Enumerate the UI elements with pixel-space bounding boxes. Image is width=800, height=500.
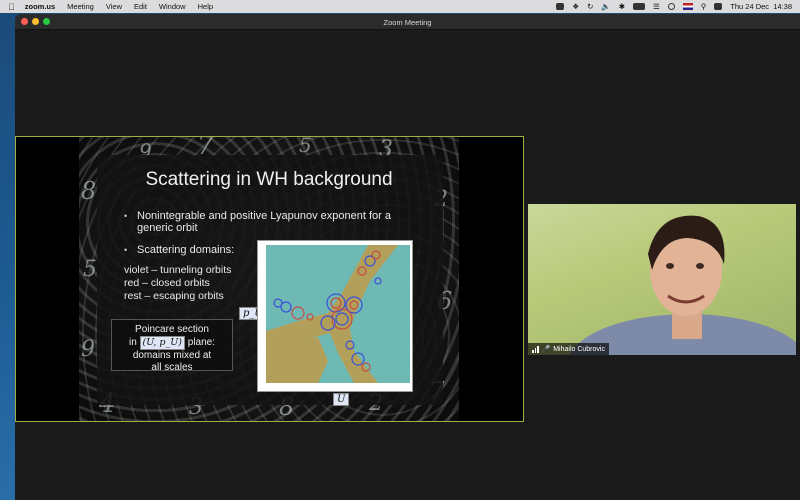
history-icon[interactable]: ↻ xyxy=(587,2,593,11)
window-title: Zoom Meeting xyxy=(383,18,432,27)
shared-screen[interactable]: 7 3 8 2 5 6 9 4 3 8 2 7 5 9 Scattering i… xyxy=(15,136,524,422)
decorative-digit: 5 xyxy=(83,257,97,282)
bullet-marker: • xyxy=(124,211,128,221)
decorative-digit: 9 xyxy=(81,337,95,362)
dropbox-icon[interactable]: ❖ xyxy=(572,2,579,11)
apple-icon[interactable]:  xyxy=(8,2,15,12)
note-plane: plane: xyxy=(187,337,216,348)
status-area: ❖ ↻ 🔈 ✱ ☰ ⚲ Thu 24 Dec 14:38 xyxy=(556,2,792,11)
participant-silhouette xyxy=(569,215,796,355)
control-center-icon[interactable] xyxy=(714,3,723,10)
bullet-scattering-text: Scattering domains: xyxy=(137,244,235,256)
menubar-clock[interactable]: Thu 24 Dec 14:38 xyxy=(730,2,792,11)
battery-icon[interactable] xyxy=(633,3,646,10)
user-icon[interactable] xyxy=(667,3,675,10)
poincare-plot-svg xyxy=(266,245,410,383)
menu-view[interactable]: View xyxy=(106,2,122,11)
bullet-lyapunov: • Nonintegrable and positive Lyapunov ex… xyxy=(124,210,414,234)
zoom-window: Zoom Meeting 7 3 8 2 5 6 9 4 3 8 2 7 5 9 xyxy=(15,14,800,500)
note-line-2: in (U, p_U) plane: xyxy=(112,336,232,350)
menu-bar:  zoom.us Meeting View Edit Window Help … xyxy=(0,0,800,13)
window-titlebar[interactable]: Zoom Meeting xyxy=(15,14,800,30)
menu-window[interactable]: Window xyxy=(159,2,186,11)
wifi-icon[interactable]: ☰ xyxy=(653,2,660,11)
bullet-lyapunov-text: Nonintegrable and positive Lyapunov expo… xyxy=(137,210,391,234)
decorative-digit: 5 xyxy=(299,137,312,157)
slide-title: Scattering in WH background xyxy=(145,169,393,190)
menu-app-name[interactable]: zoom.us xyxy=(25,2,55,11)
mic-icon: 🎤 xyxy=(541,346,551,353)
note-line-4: all scales xyxy=(151,362,193,373)
menu-edit[interactable]: Edit xyxy=(134,2,147,11)
domain-line-escaping: rest – escaping orbits xyxy=(124,290,224,302)
search-icon[interactable]: ⚲ xyxy=(701,2,707,11)
note-math: (U, p_U) xyxy=(139,336,185,350)
poincare-note: Poincare section in (U, p_U) plane: doma… xyxy=(111,319,233,373)
x-axis-label: U xyxy=(333,393,350,406)
note-line-1: Poincare section xyxy=(135,324,209,335)
participant-video[interactable]: 🎤 Mihailo Cubrovic xyxy=(528,204,796,355)
signal-icon xyxy=(532,345,539,353)
domain-line-closed: red – closed orbits xyxy=(124,277,210,289)
bluetooth-icon[interactable]: ✱ xyxy=(619,2,625,11)
poincare-section-plot xyxy=(257,240,413,392)
plot-lower-domain xyxy=(266,337,328,383)
menu-meeting[interactable]: Meeting xyxy=(67,2,94,11)
domain-line-tunneling: violet – tunneling orbits xyxy=(124,264,232,276)
volume-icon[interactable]: 🔈 xyxy=(601,2,610,11)
note-line-3: domains mixed at xyxy=(132,350,212,361)
menu-help[interactable]: Help xyxy=(198,2,213,11)
presentation-slide: 7 3 8 2 5 6 9 4 3 8 2 7 5 9 Scattering i… xyxy=(79,137,459,421)
bullet-marker: • xyxy=(124,245,128,255)
screen-icon[interactable] xyxy=(556,3,565,10)
participant-name-tag: 🎤 Mihailo Cubrovic xyxy=(528,343,609,355)
flag-icon[interactable] xyxy=(682,3,693,10)
participant-name: Mihailo Cubrovic xyxy=(553,345,605,353)
bullet-scattering-domains: • Scattering domains: xyxy=(124,244,234,256)
meeting-content: 7 3 8 2 5 6 9 4 3 8 2 7 5 9 Scattering i… xyxy=(15,30,800,500)
note-in: in xyxy=(128,337,137,348)
